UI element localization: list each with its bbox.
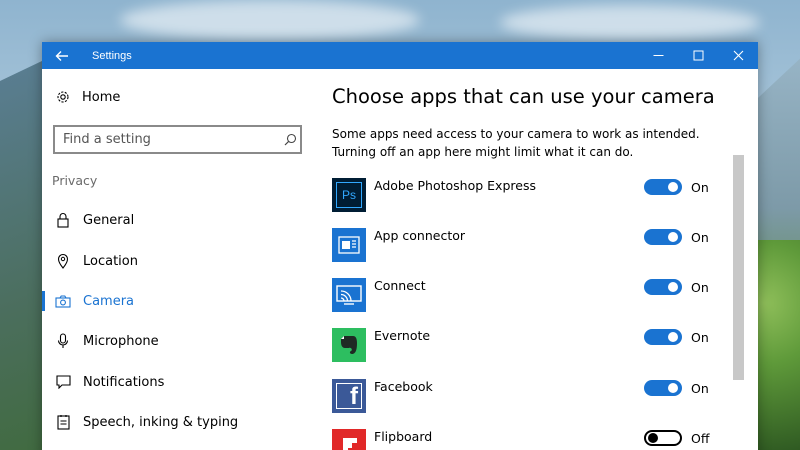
sidebar-item-general[interactable]: General (42, 206, 304, 234)
app-name: Evernote (374, 328, 431, 343)
microphone-icon (55, 333, 71, 349)
toggle-switch[interactable] (644, 329, 682, 345)
home-link[interactable]: Home (55, 89, 120, 105)
window-content: Home Find a setting Privacy General Loca… (42, 69, 758, 450)
title-bar: Settings (42, 42, 758, 69)
close-button[interactable] (718, 42, 758, 69)
app-row-facebook: f Facebook On (332, 379, 732, 415)
settings-window: Settings Home Find a setting Privacy Gen… (42, 42, 758, 450)
app-row-adobe-photoshop-express: Ps Adobe Photoshop Express On (332, 178, 732, 214)
window-title: Settings (92, 49, 132, 62)
toggle-state-label: On (691, 230, 709, 245)
facebook-icon: f (332, 379, 366, 413)
app-row-app-connector: App connector On (332, 228, 732, 264)
app-name: Adobe Photoshop Express (374, 178, 536, 193)
sidebar-item-label: Location (83, 253, 138, 269)
page-description: Some apps need access to your camera to … (332, 127, 700, 159)
app-row-evernote: Evernote On (332, 328, 732, 364)
gear-icon (55, 89, 71, 105)
camera-icon (55, 293, 71, 309)
sidebar-item-label: Microphone (83, 333, 159, 349)
toggle-switch[interactable] (644, 430, 682, 446)
toggle-knob (668, 232, 678, 242)
toggle-knob (668, 383, 678, 393)
toggle-knob (668, 182, 678, 192)
toggle-knob (668, 282, 678, 292)
sidebar: Home Find a setting Privacy General Loca… (42, 69, 304, 450)
minimize-icon (653, 55, 663, 56)
sidebar-item-label: Notifications (83, 374, 165, 390)
maximize-icon (693, 50, 703, 61)
app-row-flipboard: Flipboard Off (332, 429, 732, 450)
sidebar-item-speech-inking-typing[interactable]: Speech, inking & typing (42, 408, 304, 436)
toggle-switch[interactable] (644, 279, 682, 295)
toggle-state-label: On (691, 280, 709, 295)
app-name: Flipboard (374, 429, 433, 444)
toggle-state-label: On (691, 330, 709, 345)
toggle-state-label: On (691, 180, 709, 195)
page-title: Choose apps that can use your camera (332, 85, 715, 108)
toggle-switch[interactable] (644, 229, 682, 245)
sidebar-item-label: Speech, inking & typing (83, 414, 239, 430)
section-label-privacy: Privacy (52, 173, 98, 188)
flipboard-icon (332, 429, 366, 450)
search-placeholder: Find a setting (63, 132, 151, 147)
app-name: App connector (374, 228, 466, 243)
location-pin-icon (55, 253, 71, 269)
sidebar-item-microphone[interactable]: Microphone (42, 327, 304, 355)
close-icon (733, 50, 743, 61)
app-name: Connect (374, 278, 426, 293)
toggle-state-label: On (691, 381, 709, 396)
back-arrow-icon (55, 50, 68, 61)
toggle-knob (648, 433, 658, 443)
sidebar-item-notifications[interactable]: Notifications (42, 368, 304, 396)
photoshop-express-icon: Ps (332, 178, 366, 212)
lock-icon (55, 212, 71, 228)
minimize-button[interactable] (638, 42, 678, 69)
notification-icon (55, 374, 71, 390)
evernote-icon (332, 328, 366, 362)
scrollbar[interactable] (733, 155, 744, 380)
app-row-connect: Connect On (332, 278, 732, 314)
sidebar-item-label: General (83, 212, 135, 228)
sidebar-item-label: Camera (83, 293, 135, 309)
search-icon[interactable] (280, 133, 300, 146)
selection-indicator (42, 291, 45, 311)
connect-icon (332, 278, 366, 312)
maximize-button[interactable] (678, 42, 718, 69)
toggle-knob (668, 332, 678, 342)
toggle-switch[interactable] (644, 380, 682, 396)
search-input[interactable]: Find a setting (53, 125, 302, 154)
app-name: Facebook (374, 379, 433, 394)
speech-icon (55, 414, 71, 430)
app-connector-icon (332, 228, 366, 262)
sidebar-item-camera[interactable]: Camera (42, 287, 304, 315)
home-label: Home (82, 89, 121, 105)
toggle-switch[interactable] (644, 179, 682, 195)
sidebar-item-location[interactable]: Location (42, 247, 304, 275)
back-button[interactable] (42, 42, 82, 69)
main-panel: Choose apps that can use your camera Som… (332, 69, 744, 450)
toggle-state-label: Off (691, 431, 710, 446)
